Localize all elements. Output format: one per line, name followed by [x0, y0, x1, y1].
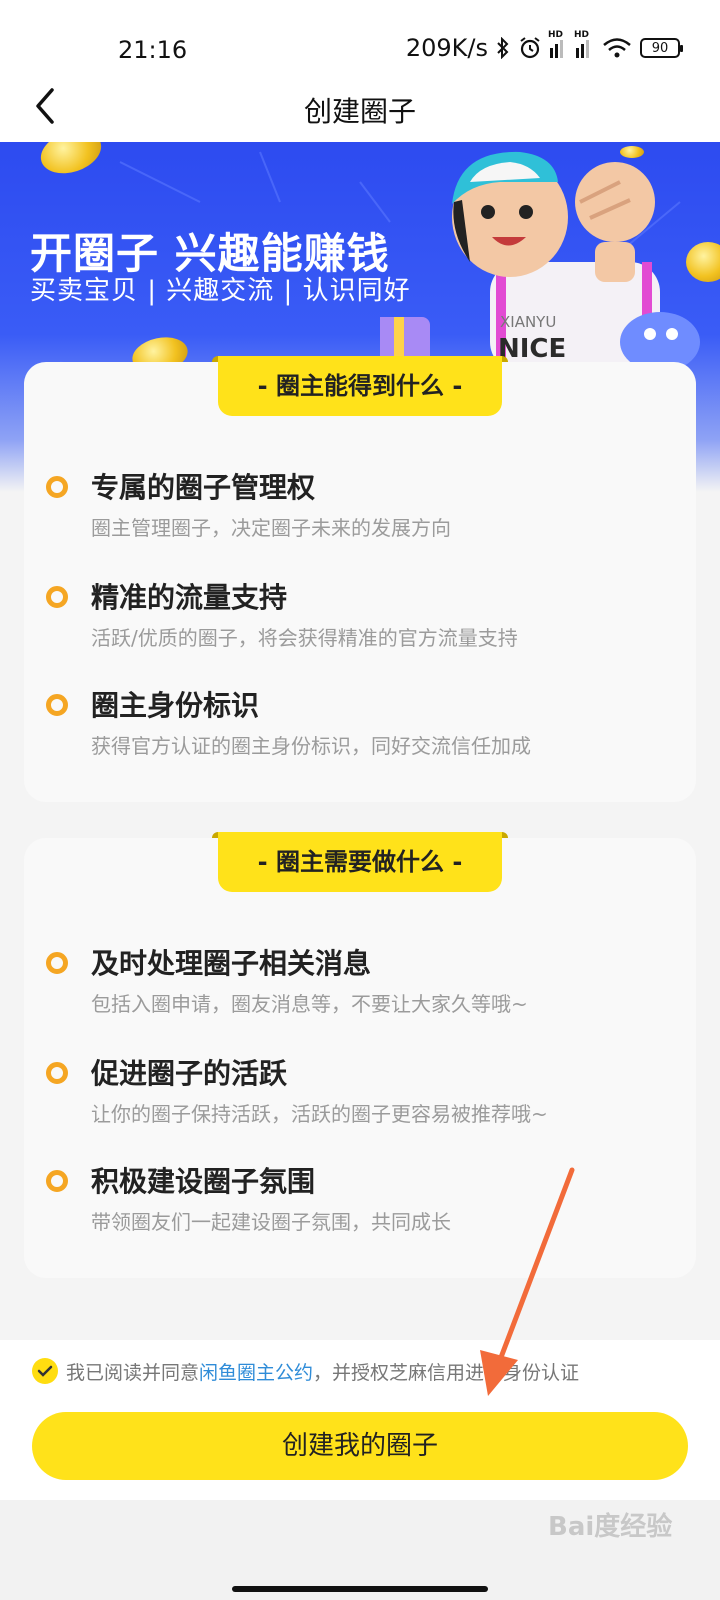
svg-text:NICE: NICE — [498, 334, 566, 364]
hd-label: HD — [574, 30, 590, 40]
home-indicator[interactable] — [232, 1586, 488, 1592]
nav-bar: 创建圈子 — [0, 70, 720, 142]
item-title: 及时处理圈子相关消息 — [91, 947, 372, 980]
bullet-circle-icon — [46, 476, 68, 498]
bullet-circle-icon — [46, 1170, 68, 1192]
footer-bar: 我已阅读并同意闲鱼圈主公约，并授权芝麻信用进行身份认证 创建我的圈子 — [0, 1340, 720, 1500]
watermark-logo: Bai度经验 — [548, 1512, 673, 1542]
item-desc: 包括入圈申请，圈友消息等，不要让大家久等哦~ — [91, 992, 528, 1016]
network-speed: 209K/s — [405, 34, 488, 62]
item-desc: 圈主管理圈子，决定圈子未来的发展方向 — [91, 516, 451, 540]
duties-card: - 圈主需要做什么 - 及时处理圈子相关消息 包括入圈申请，圈友消息等，不要让大… — [24, 832, 696, 1278]
status-time: 21:16 — [118, 36, 188, 64]
bullet-circle-icon — [46, 694, 68, 716]
item-title: 圈主身份标识 — [91, 689, 260, 722]
bullet-circle-icon — [46, 952, 68, 974]
bullet-circle-icon — [46, 586, 68, 608]
status-icons: 209K/s HD HD 90 — [405, 30, 683, 62]
signal-icon: HD — [574, 30, 594, 58]
bluetooth-icon — [497, 37, 509, 59]
battery-icon: 90 — [640, 38, 683, 58]
svg-text:XIANYU: XIANYU — [500, 313, 556, 331]
battery-level: 90 — [651, 40, 669, 56]
item-desc: 获得官方认证的圈主身份标识，同好交流信任加成 — [91, 734, 531, 758]
banner-subtitle: 买卖宝贝 | 兴趣交流 | 认识同好 — [30, 276, 411, 306]
bullet-circle-icon — [46, 1062, 68, 1084]
item-desc: 活跃/优质的圈子，将会获得精准的官方流量支持 — [91, 626, 518, 650]
item-title: 积极建设圈子氛围 — [91, 1165, 316, 1198]
section-tag: - 圈主能得到什么 - — [212, 356, 508, 416]
section-tag: - 圈主需要做什么 - — [212, 832, 508, 892]
signal-icon: HD — [548, 30, 568, 58]
hd-label: HD — [548, 30, 564, 40]
mascot-illustration: XIANYU NICE — [380, 151, 700, 372]
item-desc: 带领圈友们一起建设圈子氛围，共同成长 — [91, 1210, 451, 1234]
agree-prefix: 我已阅读并同意 — [66, 1362, 200, 1384]
item-desc: 让你的圈子保持活跃，活跃的圈子更容易被推荐哦~ — [91, 1102, 548, 1126]
item-title: 专属的圈子管理权 — [91, 471, 316, 504]
item-title: 精准的流量支持 — [91, 581, 288, 614]
wifi-icon — [603, 38, 631, 58]
convention-link[interactable]: 闲鱼圈主公约 — [199, 1362, 313, 1384]
page-title: 创建圈子 — [303, 95, 416, 128]
item-title: 促进圈子的活跃 — [91, 1057, 288, 1090]
benefits-card: - 圈主能得到什么 - 专属的圈子管理权 圈主管理圈子，决定圈子未来的发展方向 … — [24, 356, 696, 802]
annotation-arrow-icon — [480, 1167, 575, 1396]
alarm-icon — [520, 37, 540, 59]
agree-checkbox[interactable] — [32, 1358, 58, 1384]
checkmark-icon — [37, 1365, 53, 1377]
create-circle-button[interactable]: 创建我的圈子 — [32, 1412, 688, 1480]
